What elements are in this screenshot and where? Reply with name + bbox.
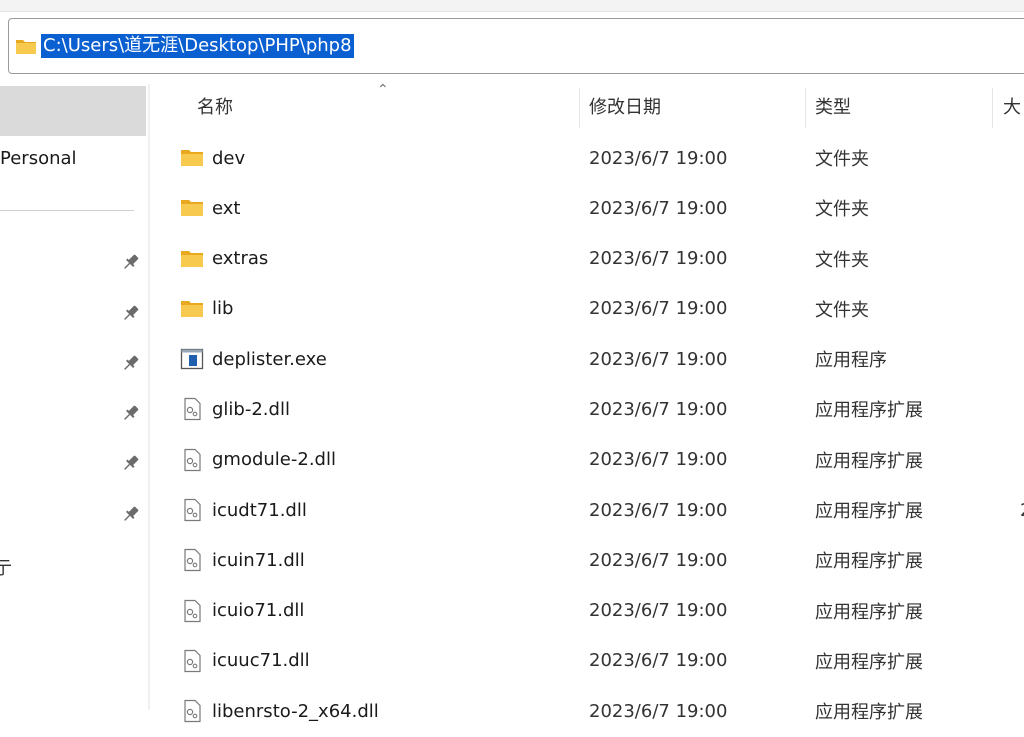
column-header-date[interactable]: 修改日期 — [580, 84, 661, 128]
file-name-cell[interactable]: lib — [180, 284, 233, 334]
file-date: 2023/6/7 19:00 — [589, 147, 728, 169]
file-row[interactable]: icudt71.dll 2023/6/7 19:00 应用程序扩展 2 — [150, 485, 1024, 535]
navigation-pane: Personal 亍 — [0, 84, 150, 710]
pin-icon[interactable] — [120, 302, 142, 324]
file-type: 文件夹 — [815, 299, 869, 321]
file-date: 2023/6/7 19:00 — [589, 449, 728, 471]
file-name: libenrsto-2_x64.dll — [212, 700, 379, 722]
exe-icon — [180, 347, 212, 371]
file-row[interactable]: gmodule-2.dll 2023/6/7 19:00 应用程序扩展 — [150, 435, 1024, 485]
file-row[interactable]: icuuc71.dll 2023/6/7 19:00 应用程序扩展 — [150, 636, 1024, 686]
pin-icon[interactable] — [120, 402, 142, 424]
file-type: 应用程序扩展 — [815, 400, 923, 422]
folder-icon — [180, 196, 212, 220]
file-name-cell[interactable]: extras — [180, 234, 268, 284]
file-type: 应用程序扩展 — [815, 651, 923, 673]
file-name: deplister.exe — [212, 348, 327, 370]
file-row[interactable]: lib 2023/6/7 19:00 文件夹 — [150, 284, 1024, 334]
file-row[interactable]: deplister.exe 2023/6/7 19:00 应用程序 — [150, 334, 1024, 384]
file-name: icuin71.dll — [212, 549, 305, 571]
dll-icon — [180, 548, 212, 572]
file-size: 2 — [1020, 485, 1024, 535]
file-type: 应用程序扩展 — [815, 601, 923, 623]
file-name-cell[interactable]: gmodule-2.dll — [180, 435, 336, 485]
file-row[interactable]: extras 2023/6/7 19:00 文件夹 — [150, 234, 1024, 284]
file-row[interactable]: icuin71.dll 2023/6/7 19:00 应用程序扩展 — [150, 535, 1024, 585]
file-type: 文件夹 — [815, 149, 869, 170]
file-row[interactable]: libenrsto-2_x64.dll 2023/6/7 19:00 应用程序扩展 — [150, 686, 1024, 736]
file-name: lib — [212, 298, 234, 320]
file-name: icudt71.dll — [212, 499, 307, 521]
address-path[interactable]: C:\Users\道无涯\Desktop\PHP\php8 — [41, 34, 354, 58]
folder-icon — [16, 39, 36, 54]
pin-icon[interactable] — [120, 352, 142, 374]
dll-icon — [180, 599, 212, 623]
file-name: dev — [212, 147, 246, 169]
column-header-type[interactable]: 类型 — [806, 84, 851, 128]
file-name: extras — [212, 248, 269, 270]
file-date: 2023/6/7 19:00 — [589, 600, 728, 622]
file-date: 2023/6/7 19:00 — [589, 549, 728, 571]
file-name-cell[interactable]: dev — [180, 133, 245, 183]
file-date: 2023/6/7 19:00 — [589, 650, 728, 672]
file-name-cell[interactable]: icuin71.dll — [180, 535, 305, 585]
file-date: 2023/6/7 19:00 — [589, 499, 728, 521]
file-type: 应用程序扩展 — [815, 702, 923, 724]
file-date: 2023/6/7 19:00 — [589, 398, 728, 420]
file-name-cell[interactable]: libenrsto-2_x64.dll — [180, 686, 379, 736]
file-date: 2023/6/7 19:00 — [589, 348, 728, 370]
pin-icon[interactable] — [120, 251, 142, 273]
file-type: 应用程序扩展 — [815, 450, 923, 472]
nav-item-selected[interactable] — [0, 86, 146, 136]
file-date: 2023/6/7 19:00 — [589, 248, 728, 270]
dll-icon — [180, 448, 212, 472]
title-strip — [0, 0, 1024, 12]
nav-item-personal[interactable]: Personal — [0, 148, 77, 169]
file-row[interactable]: dev 2023/6/7 19:00 文件夹 — [150, 133, 1024, 183]
column-separator[interactable] — [992, 88, 993, 128]
pin-icon[interactable] — [120, 452, 142, 474]
dll-icon — [180, 397, 212, 421]
file-date: 2023/6/7 19:00 — [589, 197, 728, 219]
nav-divider — [0, 210, 134, 211]
file-date: 2023/6/7 19:00 — [589, 700, 728, 722]
file-row[interactable]: ext 2023/6/7 19:00 文件夹 — [150, 183, 1024, 233]
file-name-cell[interactable]: icuuc71.dll — [180, 636, 310, 686]
folder-icon — [180, 297, 212, 321]
folder-icon — [180, 146, 212, 170]
file-name-cell[interactable]: icudt71.dll — [180, 485, 307, 535]
file-name-cell[interactable]: ext — [180, 183, 240, 233]
file-name: icuio71.dll — [212, 600, 305, 622]
file-name: ext — [212, 197, 241, 219]
column-header-size[interactable]: 大 — [994, 84, 1021, 128]
file-type: 文件夹 — [815, 199, 869, 221]
file-name-cell[interactable]: icuio71.dll — [180, 586, 304, 636]
file-type: 应用程序扩展 — [815, 551, 923, 573]
file-name: gmodule-2.dll — [212, 449, 336, 471]
file-name: icuuc71.dll — [212, 650, 310, 672]
nav-item-partial[interactable]: 亍 — [0, 554, 12, 580]
file-type: 应用程序 — [815, 350, 887, 372]
address-bar[interactable]: C:\Users\道无涯\Desktop\PHP\php8 — [8, 18, 1024, 74]
file-name: glib-2.dll — [212, 398, 290, 420]
file-row[interactable]: icuio71.dll 2023/6/7 19:00 应用程序扩展 — [150, 586, 1024, 636]
pin-icon[interactable] — [120, 503, 142, 525]
file-list: dev 2023/6/7 19:00 文件夹 ext 2023/6/7 19:00 文件夹… — [150, 133, 1024, 737]
file-type: 应用程序扩展 — [815, 501, 923, 523]
dll-icon — [180, 699, 212, 723]
file-date: 2023/6/7 19:00 — [589, 298, 728, 320]
column-header-name[interactable]: 名称 — [188, 84, 233, 128]
file-type: 文件夹 — [815, 249, 869, 271]
file-name-cell[interactable]: deplister.exe — [180, 334, 327, 384]
file-name-cell[interactable]: glib-2.dll — [180, 384, 290, 434]
column-header: ⌃ 名称 修改日期 类型 大 — [150, 82, 1024, 128]
folder-icon — [180, 247, 212, 271]
sort-ascending-icon: ⌃ — [377, 82, 389, 98]
file-row[interactable]: glib-2.dll 2023/6/7 19:00 应用程序扩展 — [150, 384, 1024, 434]
dll-icon — [180, 498, 212, 522]
dll-icon — [180, 649, 212, 673]
